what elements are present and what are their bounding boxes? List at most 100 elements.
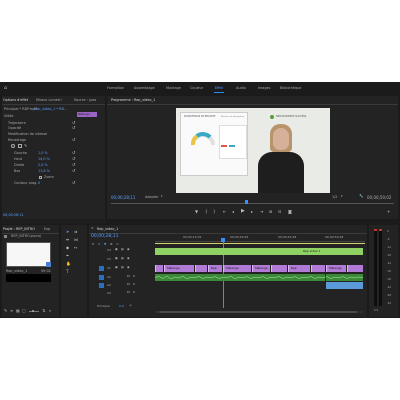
- timeline-scroll-handle[interactable]: [159, 311, 357, 313]
- effect-vitesse[interactable]: Modification de vitesse: [8, 132, 47, 136]
- meter-clip-indicator[interactable]: [379, 229, 382, 231]
- jump-icon[interactable]: ⇥: [129, 304, 132, 307]
- param-bas-value[interactable]: 11,6 %: [38, 169, 50, 173]
- reset-icon[interactable]: ↺: [72, 163, 75, 167]
- lock-icon[interactable]: ▣: [115, 266, 118, 269]
- effect-opacite[interactable]: Opacité: [8, 126, 21, 130]
- mask-ellipse-icon[interactable]: [11, 144, 15, 148]
- tab-images[interactable]: Images: [258, 86, 270, 90]
- timeline-clip-video[interactable]: [347, 265, 363, 272]
- track-v2-label[interactable]: V2: [107, 258, 111, 261]
- timeline-clip-video[interactable]: Mélange: [326, 265, 346, 272]
- tab-formation[interactable]: Formation: [107, 86, 124, 90]
- meter-solo-buttons[interactable]: S S: [374, 309, 378, 313]
- track-select-icon[interactable]: ⇉: [74, 230, 77, 234]
- sort-icon[interactable]: ⇅: [42, 309, 45, 313]
- program-scrub-bar[interactable]: [111, 203, 394, 204]
- rolling-edit-icon[interactable]: ⋈: [74, 238, 78, 242]
- sync-icon[interactable]: ▤: [121, 266, 124, 269]
- timeline-clip-video[interactable]: [155, 265, 163, 272]
- project-thumbnail[interactable]: [6, 242, 51, 267]
- eye-icon[interactable]: ◉: [127, 248, 130, 251]
- wrench-icon[interactable]: 🔧: [359, 194, 363, 199]
- linked-icon[interactable]: ⊂: [98, 243, 101, 246]
- solo-icon[interactable]: S: [133, 291, 135, 294]
- timeline-clip-video[interactable]: [195, 265, 207, 272]
- mute-icon[interactable]: M: [127, 283, 130, 286]
- mark-in-icon[interactable]: {: [205, 210, 208, 214]
- timeline-clip-video[interactable]: Rep: [288, 265, 310, 272]
- step-forward-icon[interactable]: ▸: [251, 210, 253, 214]
- chevron-down-icon[interactable]: ▾: [161, 195, 163, 198]
- overwrite-icon[interactable]: ⊟: [278, 210, 281, 214]
- track-v3-label[interactable]: V3: [107, 249, 111, 252]
- contour-value[interactable]: 0: [38, 181, 40, 185]
- effect-trajectoire[interactable]: Trajectoire: [8, 121, 26, 125]
- captions-icon[interactable]: ▭: [116, 243, 119, 246]
- sequence-tab[interactable]: Rep_video_1: [97, 227, 118, 231]
- eye-icon[interactable]: ◉: [127, 266, 130, 269]
- list-view-icon[interactable]: ≡: [10, 309, 13, 313]
- work-area-bar[interactable]: [155, 243, 365, 244]
- text-tool-icon[interactable]: T: [66, 270, 68, 274]
- lock-icon[interactable]: ▣: [115, 257, 118, 260]
- solo-icon[interactable]: S: [133, 275, 135, 278]
- reset-icon[interactable]: ↺: [72, 151, 75, 155]
- project-item-name[interactable]: Rep_video_1: [6, 269, 27, 273]
- track-target[interactable]: [99, 283, 104, 288]
- tab-couleur[interactable]: Couleur: [190, 86, 203, 90]
- chevron-down-icon[interactable]: ▾: [341, 195, 343, 198]
- tab-source[interactable]: Source : (pas: [74, 98, 96, 102]
- param-haut-value[interactable]: 14,0 %: [38, 157, 50, 161]
- track-v1-label[interactable]: V1: [107, 267, 111, 270]
- param-droite-value[interactable]: 2,0 %: [38, 163, 48, 167]
- marker-icon[interactable]: ▼: [195, 210, 198, 214]
- tab-lumetri-mixer[interactable]: Mixeur Lumetri: [36, 98, 62, 102]
- effect-recadrage[interactable]: Recadrage: [8, 138, 26, 142]
- timeline-clip-video[interactable]: [311, 265, 325, 272]
- play-icon[interactable]: ▶: [241, 209, 245, 214]
- snap-icon[interactable]: ⊓: [92, 243, 94, 246]
- pen-icon[interactable]: ✎: [4, 309, 7, 313]
- pen-tool-icon[interactable]: ✒: [66, 254, 69, 258]
- mark-out-icon[interactable]: }: [213, 210, 216, 214]
- go-to-in-icon[interactable]: ⇤: [223, 210, 226, 214]
- solo-icon[interactable]: S: [133, 283, 135, 286]
- home-icon[interactable]: ⌂: [4, 86, 7, 91]
- freeform-view-icon[interactable]: ▢: [22, 309, 26, 313]
- track-a3-label[interactable]: A3: [107, 292, 111, 295]
- tab-project[interactable]: Projet : REP_INTRO: [3, 227, 35, 231]
- go-to-out-icon[interactable]: ⇥: [260, 210, 263, 214]
- program-timecode[interactable]: 00;00;28;11: [111, 196, 135, 200]
- master-value[interactable]: 0,0: [119, 305, 124, 308]
- param-gauche-value[interactable]: 1,0 %: [38, 151, 48, 155]
- zoom-slider-handle[interactable]: [32, 310, 34, 312]
- ripple-edit-icon[interactable]: ⇹: [66, 238, 69, 242]
- tab-audio[interactable]: Audio: [236, 86, 246, 90]
- razor-icon[interactable]: ◆: [66, 246, 69, 250]
- timeline-clip-adjustment[interactable]: [155, 248, 363, 255]
- tab-assemblage[interactable]: Assemblage: [134, 86, 155, 90]
- grid-view-icon[interactable]: ▦: [16, 309, 20, 313]
- tab-bibliotheque[interactable]: Bibliothèque: [280, 86, 301, 90]
- search-icon[interactable]: ⌕: [49, 309, 51, 313]
- clip-name[interactable]: Rep_video_1 * RD...: [34, 107, 67, 111]
- effect-controls-timecode[interactable]: 00;00;28;11: [3, 213, 24, 217]
- timeline-clip-video[interactable]: Mélange: [223, 265, 251, 272]
- step-back-icon[interactable]: ◂: [232, 210, 234, 214]
- reset-icon[interactable]: ↺: [72, 126, 75, 130]
- reset-icon[interactable]: ↺: [72, 138, 75, 142]
- quality-dropdown[interactable]: 1/2: [332, 195, 337, 199]
- reset-icon[interactable]: ↺: [72, 181, 75, 185]
- sync-icon[interactable]: ▤: [121, 257, 124, 260]
- tab-effect-options[interactable]: Options d'effet: [3, 98, 28, 102]
- program-playhead[interactable]: [245, 200, 248, 204]
- hand-tool-icon[interactable]: ✋: [66, 262, 71, 266]
- reset-icon[interactable]: ↺: [72, 157, 75, 161]
- track-a2-label[interactable]: A2: [107, 284, 111, 287]
- insert-icon[interactable]: ⊞: [269, 210, 272, 214]
- track-target[interactable]: [99, 275, 104, 280]
- selection-tool-icon[interactable]: ➤: [66, 230, 69, 234]
- close-icon[interactable]: ✕: [91, 227, 94, 230]
- mute-icon[interactable]: M: [127, 291, 130, 294]
